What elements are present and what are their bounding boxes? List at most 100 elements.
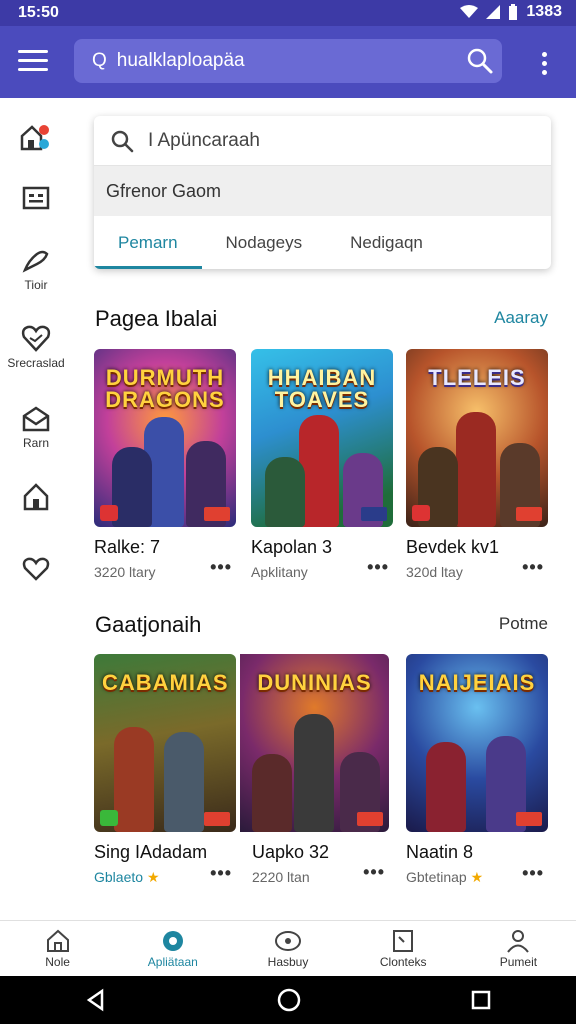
search-suggestion[interactable]: Gfrenor Gaom <box>94 166 551 216</box>
game-logo: CABAMIAS <box>102 670 229 695</box>
overflow-menu-icon[interactable] <box>542 52 548 79</box>
more-options-icon[interactable]: ••• <box>363 862 385 883</box>
recents-icon[interactable] <box>470 989 492 1011</box>
game-logo: DUNINIAS <box>257 670 372 695</box>
system-navigation-bar <box>0 976 576 1024</box>
game-thumbnail[interactable]: TLELEIS <box>406 349 548 527</box>
rail-item-favorites[interactable] <box>0 556 72 586</box>
rail-item-heart-badge[interactable]: Srecraslad <box>0 324 72 370</box>
rating-badge-icon <box>204 507 230 521</box>
app-badge-icon <box>100 505 118 521</box>
game-card[interactable]: TLELEIS Bevdek kv1 320d ltay ••• <box>406 349 548 580</box>
rail-item-home-apps[interactable] <box>0 122 72 156</box>
rail-item-mail[interactable]: Rarn <box>0 406 72 450</box>
more-options-icon[interactable]: ••• <box>367 557 389 578</box>
more-options-icon[interactable]: ••• <box>522 557 544 578</box>
rating-badge-icon <box>361 507 387 521</box>
nav-item-hasbuy[interactable]: Hasbuy <box>230 921 345 976</box>
game-title: Ralke: 7 <box>94 537 161 557</box>
game-title: Naatin 8 <box>406 842 474 862</box>
home-icon <box>23 483 49 511</box>
game-card[interactable]: DUNINIAS Uapko 32 2220 ltan ••• <box>240 654 389 885</box>
section-title-2: Gaatjonaih <box>95 612 202 637</box>
more-options-icon[interactable]: ••• <box>210 863 232 884</box>
game-controller-icon <box>275 931 301 951</box>
game-logo: NAIJEIAIS <box>418 670 536 695</box>
app-badge-icon <box>412 505 430 521</box>
top-search-text: hualklaploapäa <box>116 50 245 71</box>
game-title: Kapolan 3 <box>251 537 333 557</box>
section-link-2[interactable]: Potme <box>499 614 548 634</box>
rating-badge-icon <box>516 812 542 826</box>
search-icon <box>111 130 134 152</box>
app-badge-icon <box>100 810 118 826</box>
game-card[interactable]: CABAMIAS Sing IAdadam Gblaeto ★ ••• <box>94 654 236 886</box>
rail-label-heart: Srecraslad <box>7 356 65 370</box>
app-bar: Q hualklaploapäa <box>0 26 576 98</box>
dropdown-search-field[interactable]: I Apüncaraah <box>94 116 551 166</box>
status-battery-text: 1383 <box>526 3 562 20</box>
game-card[interactable]: DURMUTH DRAGONS Ralke: 7 3220 ltary ••• <box>94 349 236 580</box>
heart-badge-icon <box>21 325 51 352</box>
nav-item-apps[interactable]: Apliätaan <box>115 921 230 976</box>
person-icon <box>507 930 530 953</box>
more-options-icon[interactable]: ••• <box>522 863 544 884</box>
tablet-icon <box>393 930 414 952</box>
home-icon <box>46 929 69 952</box>
tab-nodageys[interactable]: Nodageys <box>202 216 327 269</box>
home-button-icon[interactable] <box>276 987 302 1013</box>
menu-icon[interactable] <box>18 50 48 72</box>
pen-icon <box>22 250 49 273</box>
game-thumbnail[interactable]: DURMUTH DRAGONS <box>94 349 236 527</box>
dropdown-tabs: Pemarn Nodageys Nedigaqn <box>94 216 551 269</box>
rating-badge-icon <box>204 812 230 826</box>
game-thumbnail[interactable]: HHAIBAN TOAVES <box>251 349 393 527</box>
tab-pemarn[interactable]: Pemarn <box>94 216 202 269</box>
mail-icon <box>22 406 50 432</box>
rating-badge-icon <box>516 507 542 521</box>
wifi-icon <box>460 5 479 18</box>
game-logo: TLELEIS <box>428 365 526 390</box>
nav-item-clonteks[interactable]: Clonteks <box>346 921 461 976</box>
nav-item-pumeit[interactable]: Pumeit <box>461 921 576 976</box>
search-dropdown: I Apüncaraah Gfrenor Gaom Pemarn Nodagey… <box>94 116 551 269</box>
status-icons: 1383 <box>460 3 562 21</box>
home-apps-icon <box>20 125 49 151</box>
heart-icon <box>22 557 50 581</box>
rail-label-mail: Rarn <box>22 436 49 450</box>
section-link-1[interactable]: Aaaray <box>494 308 548 328</box>
back-icon[interactable] <box>84 988 108 1012</box>
rail-item-card[interactable] <box>0 186 72 214</box>
game-thumbnail[interactable]: DUNINIAS <box>240 654 389 832</box>
top-search-bar[interactable]: Q hualklaploapäa <box>74 39 502 83</box>
star-icon: ★ <box>146 869 160 885</box>
dropdown-search-placeholder: I Apüncaraah <box>148 129 260 151</box>
card-icon <box>22 186 50 210</box>
game-title: Bevdek kv1 <box>406 537 500 557</box>
rail-item-pen[interactable]: Tioir <box>0 246 72 292</box>
battery-icon <box>509 4 518 20</box>
more-options-icon[interactable]: ••• <box>210 557 232 578</box>
game-title: Uapko 32 <box>252 842 330 862</box>
game-thumbnail[interactable]: CABAMIAS <box>94 654 236 832</box>
side-rail: Tioir Srecraslad Rarn <box>0 98 72 920</box>
section-title-1: Pagea Ibalai <box>95 306 218 331</box>
game-logo: HHAIBAN TOAVES <box>267 365 377 412</box>
search-icon[interactable] <box>466 47 494 75</box>
tab-nedigaqn[interactable]: Nedigaqn <box>326 216 447 269</box>
game-card[interactable]: NAIJEIAIS Naatin 8 Gbtetinap ★ ••• <box>406 654 548 886</box>
compass-icon <box>162 931 183 951</box>
game-card[interactable]: HHAIBAN TOAVES Kapolan 3 Apklitany ••• <box>251 349 393 580</box>
game-logo: DURMUTH DRAGONS <box>105 365 225 412</box>
star-icon: ★ <box>470 869 484 885</box>
game-thumbnail[interactable]: NAIJEIAIS <box>406 654 548 832</box>
status-time: 15:50 <box>18 4 59 21</box>
signal-icon <box>486 5 501 19</box>
search-prefix: Q <box>92 50 107 71</box>
status-bar: 15:50 1383 <box>0 0 576 26</box>
rail-label-pen: Tioir <box>24 278 48 292</box>
rail-item-home[interactable] <box>0 482 72 516</box>
bottom-navigation: Nole Apliätaan Hasbuy Clonteks Pumeit <box>0 920 576 976</box>
rating-badge-icon <box>357 812 383 826</box>
nav-item-nole[interactable]: Nole <box>0 921 115 976</box>
